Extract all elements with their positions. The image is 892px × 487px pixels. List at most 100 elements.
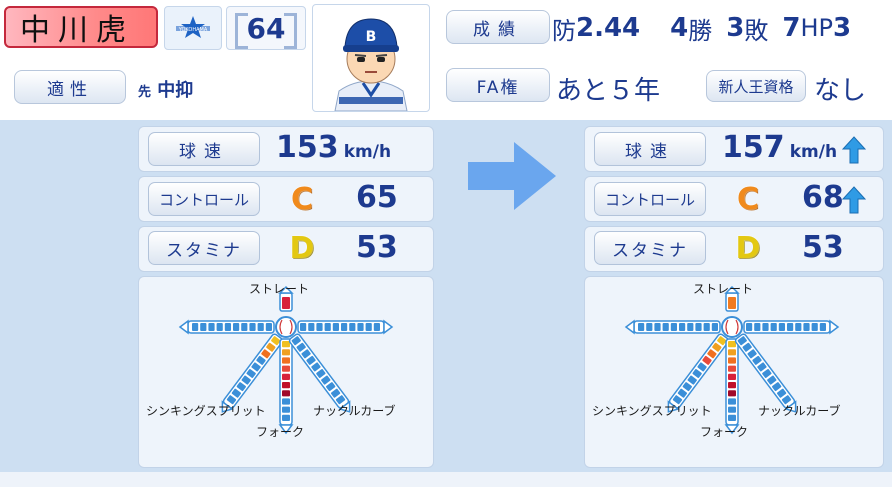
after-left-horizontal-segment bbox=[711, 323, 718, 331]
after-down-arm bbox=[724, 338, 740, 435]
after-pitch-right-label: ナックルカーブ bbox=[758, 404, 841, 418]
before-right-horizontal-segment bbox=[341, 323, 348, 331]
after-right-horizontal-segment bbox=[811, 323, 818, 331]
before-pitch-right-label: ナックルカーブ bbox=[313, 404, 396, 418]
era-prefix: 防 bbox=[552, 16, 576, 45]
before-pitch-left-label: シンキングスプリット bbox=[146, 404, 266, 418]
after-down-segment bbox=[728, 373, 736, 380]
before-pitch-top-label: ストレート bbox=[249, 282, 310, 296]
before-stamina-label: スタミナ bbox=[148, 231, 260, 265]
before-right-horizontal-segment bbox=[316, 323, 323, 331]
after-control-label: コントロール bbox=[594, 182, 706, 216]
player-portrait: B bbox=[312, 4, 430, 112]
after-right-horizontal-segment bbox=[795, 323, 802, 331]
control-up-arrow-icon bbox=[841, 186, 867, 214]
after-control-grade: C bbox=[736, 181, 760, 217]
after-down-segment bbox=[728, 406, 736, 413]
after-left-horizontal-segment bbox=[638, 323, 645, 331]
after-pitch-left-label: シンキングスプリット bbox=[592, 404, 712, 418]
svg-text:B: B bbox=[366, 29, 377, 45]
player-name: 中川虎 bbox=[4, 6, 158, 48]
before-right-horizontal-segment bbox=[357, 323, 364, 331]
right-arrow-icon bbox=[466, 140, 558, 212]
before-left-horizontal-segment bbox=[241, 323, 248, 331]
before-left-horizontal-segment bbox=[216, 323, 223, 331]
after-right-horizontal-segment bbox=[819, 323, 826, 331]
after-speed-unit: km/h bbox=[789, 142, 838, 162]
era-value: 2.44 bbox=[576, 13, 641, 43]
losses-value: 3 bbox=[726, 13, 745, 43]
before-control-value: 65 bbox=[356, 180, 398, 215]
after-left-horizontal-segment bbox=[687, 323, 694, 331]
uniform-number: 64 bbox=[226, 6, 306, 50]
team-logo-icon: YOKOHAMA bbox=[164, 6, 222, 50]
before-control-label: コントロール bbox=[148, 182, 260, 216]
after-down-segment bbox=[728, 382, 736, 389]
aptitude-label: 適性 bbox=[14, 70, 126, 104]
before-speed-value: 153 km/h bbox=[276, 130, 391, 165]
before-baseball-icon bbox=[275, 316, 297, 338]
before-left-horizontal-segment bbox=[249, 323, 256, 331]
after-down-segment bbox=[728, 398, 736, 405]
losses-unit: 敗 bbox=[744, 16, 769, 45]
after-left-horizontal-arm bbox=[624, 319, 721, 335]
ability-area-footer bbox=[0, 472, 892, 487]
after-down-segment bbox=[728, 349, 736, 356]
before-left-horizontal-segment bbox=[224, 323, 231, 331]
before-down-segment bbox=[282, 406, 290, 413]
before-pitch-bottom-label: フォーク bbox=[256, 425, 305, 439]
fa-rights-value: あと５年 bbox=[556, 76, 661, 106]
before-right-horizontal-segment bbox=[373, 323, 380, 331]
before-right-horizontal-segment bbox=[365, 323, 372, 331]
before-right-horizontal-segment bbox=[349, 323, 356, 331]
before-left-horizontal-segment bbox=[265, 323, 272, 331]
before-down-segment bbox=[282, 357, 290, 364]
before-speed-label: 球速 bbox=[148, 132, 260, 166]
fa-rights-label: FA権 bbox=[446, 68, 550, 102]
player-avatar-icon: B bbox=[334, 18, 408, 112]
rookie-eligibility-label: 新人王資格 bbox=[706, 70, 806, 102]
after-down-segment bbox=[728, 341, 736, 348]
after-control-value: 68 bbox=[802, 180, 844, 215]
after-right-horizontal-segment bbox=[778, 323, 785, 331]
after-left-horizontal-segment bbox=[679, 323, 686, 331]
before-down-segment bbox=[282, 414, 290, 422]
before-right-horizontal-segment bbox=[300, 323, 307, 331]
before-down-segment bbox=[282, 349, 290, 356]
after-stamina-grade: D bbox=[735, 230, 761, 266]
before-speed-unit: km/h bbox=[343, 142, 392, 162]
after-left-horizontal-segment bbox=[654, 323, 661, 331]
uniform-number-text: 64 bbox=[246, 11, 286, 45]
rookie-eligibility-value: なし bbox=[814, 76, 867, 106]
before-control-grade: C bbox=[290, 181, 314, 217]
after-right-horizontal-segment bbox=[787, 323, 794, 331]
after-speed-number: 157 bbox=[722, 130, 785, 165]
results-label: 成績 bbox=[446, 10, 550, 44]
after-left-horizontal-segment bbox=[703, 323, 710, 331]
before-down-segment bbox=[282, 398, 290, 405]
before-stamina-grade: D bbox=[289, 230, 315, 266]
before-down-segment bbox=[282, 373, 290, 380]
after-left-horizontal-segment bbox=[662, 323, 669, 331]
before-right-horizontal-arm bbox=[297, 319, 394, 335]
before-speed-number: 153 bbox=[276, 130, 339, 165]
after-pitch-diagram bbox=[624, 285, 840, 435]
after-right-horizontal-segment bbox=[762, 323, 769, 331]
svg-text:YOKOHAMA: YOKOHAMA bbox=[178, 27, 208, 33]
aptitude-positions: 中抑 bbox=[157, 80, 194, 101]
before-right-horizontal-segment bbox=[308, 323, 315, 331]
after-stamina-label: スタミナ bbox=[594, 231, 706, 265]
after-left-horizontal-segment bbox=[646, 323, 653, 331]
after-left-horizontal-segment bbox=[695, 323, 702, 331]
saves-value: 3 bbox=[832, 13, 852, 43]
before-down-segment bbox=[282, 365, 290, 372]
before-left-horizontal-arm bbox=[178, 319, 275, 335]
before-down-segment bbox=[282, 390, 290, 397]
after-right-horizontal-arm bbox=[743, 319, 840, 335]
before-left-horizontal-segment bbox=[233, 323, 240, 331]
before-right-horizontal-segment bbox=[332, 323, 339, 331]
speed-up-arrow-icon bbox=[841, 136, 867, 164]
after-pitch-top-label: ストレート bbox=[693, 282, 754, 296]
before-right-horizontal-segment bbox=[324, 323, 331, 331]
after-left-horizontal-segment bbox=[670, 323, 677, 331]
